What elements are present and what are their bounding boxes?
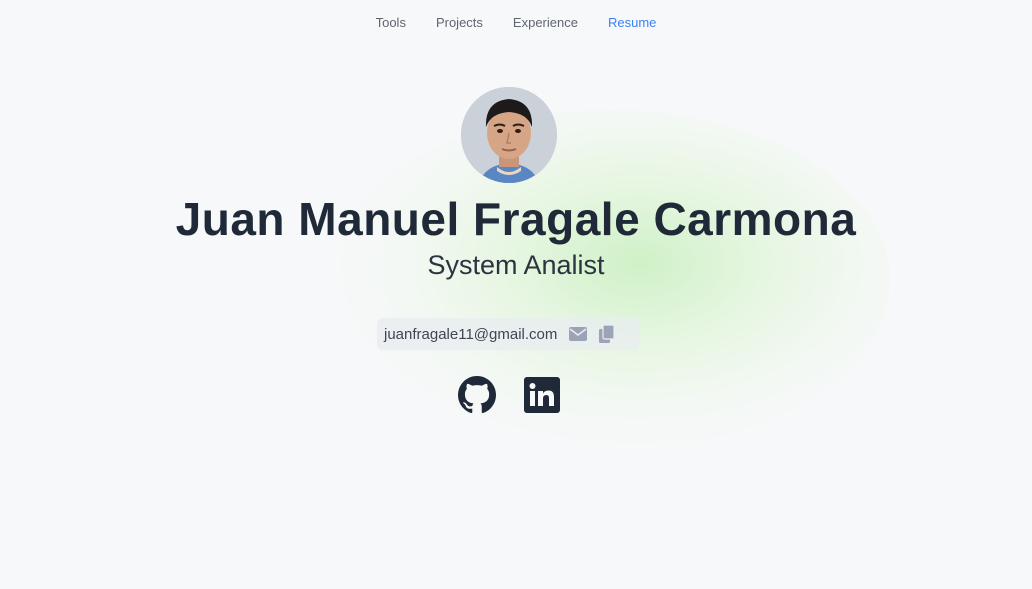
nav-projects[interactable]: Projects <box>436 15 483 30</box>
github-icon[interactable] <box>457 375 497 415</box>
avatar-photo <box>461 87 557 183</box>
page: Tools Projects Experience Resume Juan Ma… <box>0 0 1032 589</box>
email-text: juanfragale11@gmail.com <box>384 325 558 343</box>
nav-resume[interactable]: Resume <box>608 15 656 30</box>
linkedin-icon[interactable] <box>522 375 562 415</box>
page-title: Juan Manuel Fragale Carmona <box>175 193 857 245</box>
email-chip: juanfragale11@gmail.com <box>377 318 639 350</box>
top-nav: Tools Projects Experience Resume <box>0 15 1032 30</box>
copy-icon[interactable] <box>599 325 615 343</box>
nav-experience[interactable]: Experience <box>513 15 578 30</box>
nav-tools[interactable]: Tools <box>376 15 406 30</box>
avatar <box>461 87 557 183</box>
mail-icon[interactable] <box>569 327 588 341</box>
role-subtitle: System Analist <box>427 250 605 280</box>
social-links <box>457 375 562 415</box>
